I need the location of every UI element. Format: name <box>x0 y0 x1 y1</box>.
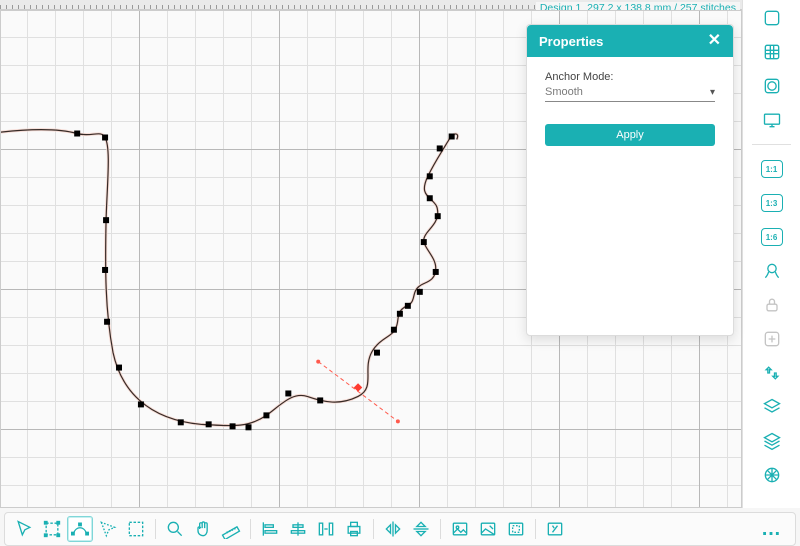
toolbar-separator <box>535 519 536 539</box>
layers-alt-icon[interactable] <box>758 427 786 455</box>
close-icon[interactable]: ✕ <box>708 33 721 49</box>
realistic-preview-icon[interactable] <box>758 257 786 285</box>
snap-to-grid-icon[interactable] <box>758 38 786 66</box>
zoom-1-1-icon[interactable]: 1:1 <box>758 155 786 183</box>
panel-title: Properties <box>539 34 603 49</box>
color-wheel-icon[interactable] <box>758 461 786 489</box>
select-arrow-icon[interactable] <box>11 516 37 542</box>
toolbar-separator <box>440 519 441 539</box>
distribute-icon[interactable] <box>313 516 339 542</box>
right-toolbar: 1:1 1:3 1:6 <box>742 0 800 508</box>
chevron-down-icon: ▾ <box>710 87 715 98</box>
toolbar-separator <box>373 519 374 539</box>
screen-preview-icon[interactable] <box>758 106 786 134</box>
lock-icon <box>758 291 786 319</box>
anchor-mode-value: Smooth <box>545 86 583 98</box>
print-icon[interactable] <box>341 516 367 542</box>
toolbar-separator <box>250 519 251 539</box>
bounding-box-icon[interactable] <box>39 516 65 542</box>
align-left-icon[interactable] <box>257 516 283 542</box>
reshape-icon[interactable] <box>95 516 121 542</box>
pan-hand-icon[interactable] <box>190 516 216 542</box>
toolbar-separator <box>155 519 156 539</box>
text-edit-box-icon[interactable] <box>542 516 568 542</box>
hoop-preview-icon[interactable] <box>758 72 786 100</box>
add-layer-icon <box>758 325 786 353</box>
grid-toggle-icon[interactable] <box>758 4 786 32</box>
node-edit-icon[interactable] <box>67 516 93 542</box>
apply-button[interactable]: Apply <box>545 124 715 146</box>
image-tool-icon[interactable] <box>447 516 473 542</box>
zoom-1-3-icon[interactable]: 1:3 <box>758 189 786 217</box>
anchor-mode-label: Anchor Mode: <box>545 71 715 83</box>
more-icon[interactable]: … <box>755 518 789 541</box>
zoom-icon[interactable] <box>162 516 188 542</box>
image-edit-icon[interactable] <box>475 516 501 542</box>
properties-panel[interactable]: Properties ✕ Anchor Mode: Smooth ▾ Apply <box>526 24 734 336</box>
align-center-icon[interactable] <box>285 516 311 542</box>
image-crop-icon[interactable] <box>503 516 529 542</box>
side-separator <box>752 144 792 145</box>
layers-icon[interactable] <box>758 393 786 421</box>
panel-body: Anchor Mode: Smooth ▾ Apply <box>527 57 733 335</box>
bottom-toolbar: … <box>4 512 796 546</box>
reorder-icon[interactable] <box>758 359 786 387</box>
panel-header[interactable]: Properties ✕ <box>527 25 733 57</box>
marquee-select-icon[interactable] <box>123 516 149 542</box>
anchor-mode-select[interactable]: Smooth ▾ <box>545 85 715 102</box>
flip-vertical-icon[interactable] <box>408 516 434 542</box>
flip-horizontal-icon[interactable] <box>380 516 406 542</box>
ruler-icon[interactable] <box>218 516 244 542</box>
zoom-1-6-icon[interactable]: 1:6 <box>758 223 786 251</box>
